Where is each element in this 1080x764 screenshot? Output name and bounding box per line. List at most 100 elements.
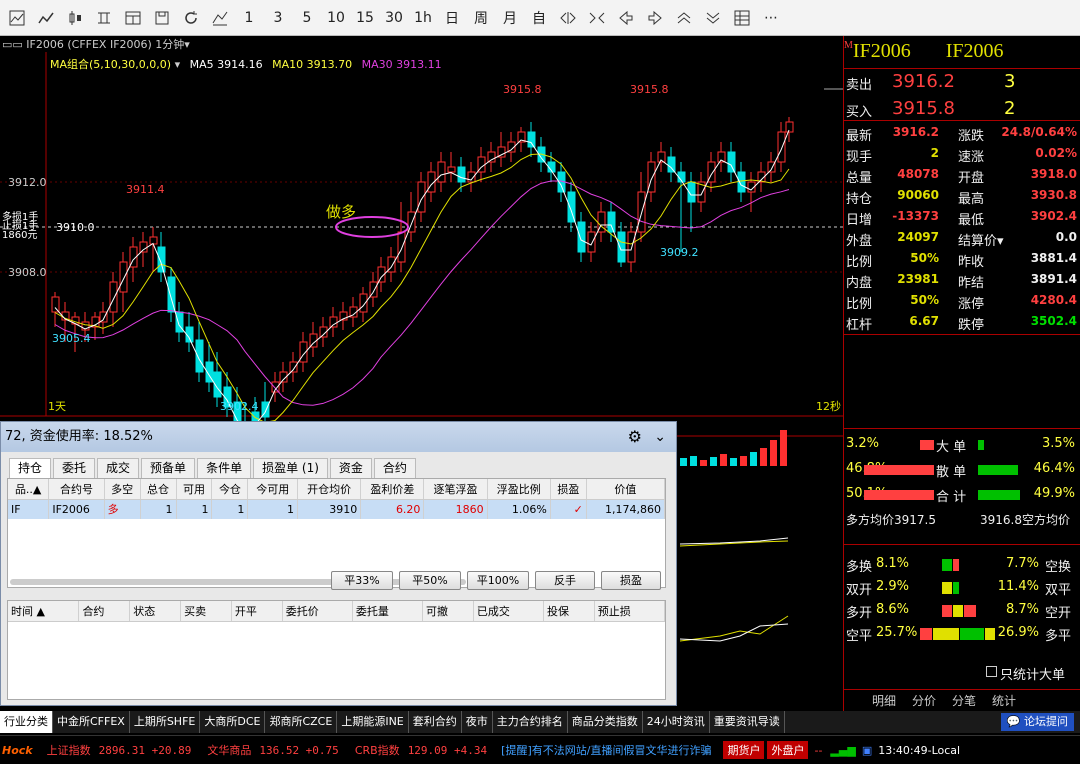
order-column-header[interactable]: 委托价: [282, 601, 353, 622]
position-column-header[interactable]: 盈利价差: [360, 479, 425, 500]
tab-stats[interactable]: 统计: [984, 690, 1024, 709]
period-1[interactable]: 1: [236, 4, 262, 32]
position-column-header[interactable]: 品..▲: [8, 479, 50, 500]
position-column-header[interactable]: 总仓: [140, 479, 177, 500]
crb-index-label[interactable]: CRB指数: [355, 742, 400, 758]
arrow-right-icon[interactable]: [642, 4, 668, 32]
position-column-header[interactable]: 今可用: [247, 479, 298, 500]
shrink-icon[interactable]: [584, 4, 610, 32]
period-30[interactable]: 30: [381, 4, 407, 32]
only-big-checkbox[interactable]: [986, 666, 997, 677]
dialog-tab[interactable]: 资金: [329, 458, 372, 478]
market-tab[interactable]: 24小时资讯: [643, 711, 710, 733]
position-column-header[interactable]: 损盈: [550, 479, 587, 500]
chevron-down-icon[interactable]: [700, 4, 726, 32]
window-icon[interactable]: [120, 4, 146, 32]
position-column-header[interactable]: 多空: [104, 479, 141, 500]
quote-label[interactable]: 结算价▾: [958, 230, 1004, 249]
trend-icon[interactable]: [33, 4, 59, 32]
market-tab[interactable]: 套利合约: [409, 711, 462, 733]
position-column-header[interactable]: 开仓均价: [297, 479, 362, 500]
market-tab[interactable]: 中金所CFFEX: [53, 711, 130, 733]
refresh-icon[interactable]: [178, 4, 204, 32]
position-cell: IF: [8, 499, 50, 519]
order-column-header[interactable]: 已成交: [473, 601, 544, 622]
action-button[interactable]: 平50%: [399, 571, 461, 590]
zoom-icon[interactable]: [555, 4, 581, 32]
action-button[interactable]: 反手: [535, 571, 595, 590]
period-5[interactable]: 5: [294, 4, 320, 32]
order-column-header[interactable]: 买卖: [180, 601, 232, 622]
arrow-left-icon[interactable]: [613, 4, 639, 32]
order-column-header[interactable]: 投保: [543, 601, 595, 622]
market-tab[interactable]: 上期所SHFE: [130, 711, 201, 733]
external-account-button[interactable]: 外盘户: [767, 741, 809, 759]
candle-icon[interactable]: [62, 4, 88, 32]
more-icon[interactable]: ⋯: [758, 4, 784, 32]
futures-account-button[interactable]: 期货户: [723, 741, 765, 759]
market-tab[interactable]: 上期能源INE: [337, 711, 409, 733]
position-row[interactable]: IF IF2006 多 1 1 1 1 3910 6.20 1860 1.06% ✓ 1,174,860: [8, 499, 666, 519]
action-button[interactable]: 平33%: [331, 571, 393, 590]
period-10[interactable]: 10: [323, 4, 349, 32]
position-column-header[interactable]: 逐笔浮盈: [423, 479, 488, 500]
period-15[interactable]: 15: [352, 4, 378, 32]
horizontal-scrollbar[interactable]: [10, 579, 466, 585]
market-tab[interactable]: 行业分类: [0, 711, 53, 733]
dialog-tab[interactable]: 预备单: [141, 458, 196, 478]
position-column-header[interactable]: 浮盈比例: [487, 479, 551, 500]
volume-bar: [700, 460, 707, 466]
table-icon[interactable]: [729, 4, 755, 32]
order-column-header[interactable]: 可撤: [422, 601, 474, 622]
market-tab[interactable]: 商品分类指数: [568, 711, 643, 733]
market-tab[interactable]: 郑商所CZCE: [265, 711, 338, 733]
market-tab[interactable]: 主力合约排名: [493, 711, 568, 733]
position-column-header[interactable]: 可用: [176, 479, 213, 500]
market-tab[interactable]: 重要资讯导读: [710, 711, 785, 733]
divider: [844, 334, 1080, 335]
order-column-header[interactable]: 委托量: [352, 601, 424, 622]
action-button[interactable]: 平100%: [467, 571, 529, 590]
indicator-icon[interactable]: [91, 4, 117, 32]
position-column-header[interactable]: 价值: [586, 479, 666, 500]
order-column-header[interactable]: 状态: [129, 601, 182, 622]
wh-index-label[interactable]: 文华商品: [207, 742, 251, 758]
market-tab[interactable]: 夜市: [462, 711, 493, 733]
position-column-header[interactable]: 今仓: [211, 479, 249, 500]
line-chart-icon[interactable]: [4, 4, 30, 32]
order-column-header[interactable]: 开平: [231, 601, 283, 622]
ma-combo-label[interactable]: MA组合(5,10,30,0,0,0): [50, 58, 171, 71]
tab-ticks[interactable]: 分笔: [944, 690, 984, 709]
market-tab[interactable]: 大商所DCE: [200, 711, 266, 733]
order-column-header[interactable]: 合约: [78, 601, 131, 622]
dialog-tab[interactable]: 成交: [97, 458, 140, 478]
draw-icon[interactable]: [207, 4, 233, 32]
period-custom[interactable]: 自: [526, 4, 552, 32]
volume-bar: [750, 452, 757, 466]
gear-icon[interactable]: ⚙: [628, 422, 642, 452]
order-column-header[interactable]: 时间 ▲: [8, 601, 80, 622]
position-column-header[interactable]: 合约号: [48, 479, 105, 500]
chevron-up-icon[interactable]: [671, 4, 697, 32]
dialog-tab[interactable]: 委托: [53, 458, 96, 478]
high-marker: 3915.8: [630, 83, 669, 96]
dialog-tab[interactable]: 合约: [373, 458, 416, 478]
tab-price-dist[interactable]: 分价: [904, 690, 944, 709]
period-day[interactable]: 日: [439, 4, 465, 32]
period-month[interactable]: 月: [497, 4, 523, 32]
period-1h[interactable]: 1h: [410, 4, 436, 32]
action-button[interactable]: 损盈: [601, 571, 661, 590]
dialog-tab[interactable]: 损盈单 (1): [253, 458, 328, 478]
notice-text[interactable]: [提醒]有不法网站/直播间假冒文华进行诈骗: [501, 742, 711, 758]
forum-button[interactable]: 💬 论坛提问: [1000, 713, 1074, 731]
collapse-icon[interactable]: ⌄: [654, 422, 666, 452]
save-icon[interactable]: [149, 4, 175, 32]
period-week[interactable]: 周: [468, 4, 494, 32]
dialog-title-bar[interactable]: 72, 资金使用率: 18.52% ⚙ ⌄: [1, 422, 676, 452]
sh-index-label[interactable]: 上证指数: [47, 742, 91, 758]
dialog-tab[interactable]: 条件单: [197, 458, 252, 478]
dialog-tab[interactable]: 持仓: [9, 458, 52, 478]
order-column-header[interactable]: 预止损: [594, 601, 666, 622]
tab-detail[interactable]: 明细: [864, 690, 904, 709]
period-3[interactable]: 3: [265, 4, 291, 32]
